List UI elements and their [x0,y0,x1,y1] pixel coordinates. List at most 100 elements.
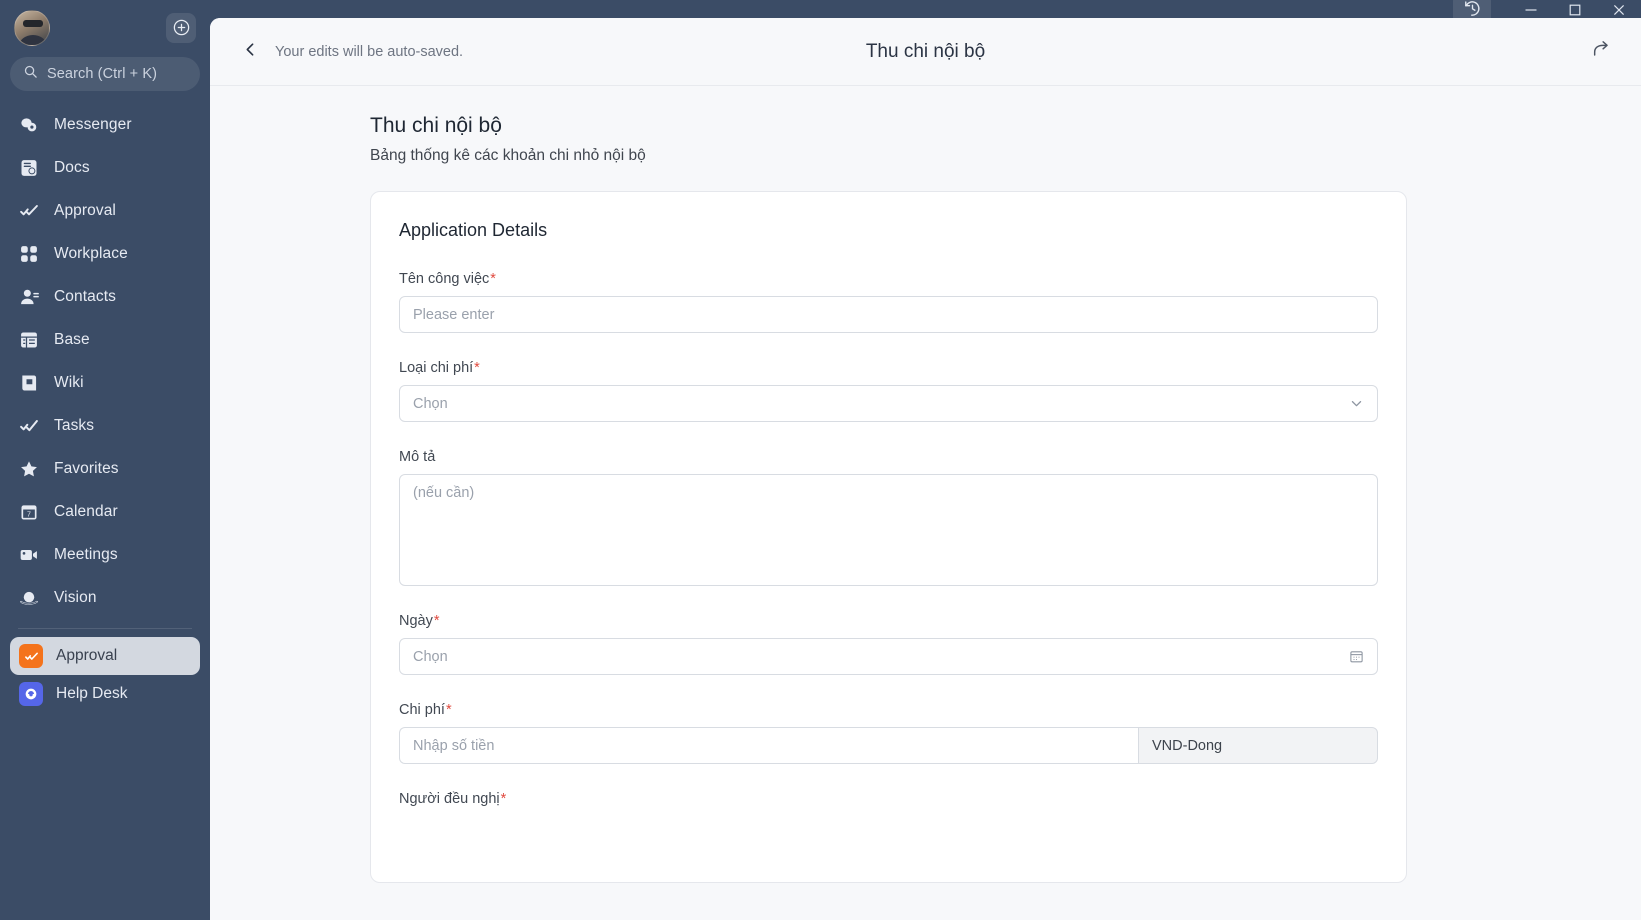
sidebar-item-label: Vision [54,588,97,606]
document-subtitle: Bảng thống kê các khoản chi nhỏ nội bộ [370,147,646,164]
label-text: Mô tả [399,449,436,465]
application-details-card: Application Details Tên công việc* Pleas… [370,191,1407,883]
cost-row: Nhập số tiền VND-Dong [399,727,1378,764]
add-button[interactable] [166,12,196,43]
field-label: Loại chi phí* [399,360,480,376]
required-marker: * [490,271,496,287]
messenger-icon [18,114,40,136]
form-scroll-area[interactable]: Thu chi nội bộ Bảng thống kê các khoản c… [210,87,1641,920]
maximize-icon [1567,2,1583,23]
sidebar-item-label: Contacts [54,287,116,305]
field-cost: Chi phí* Nhập số tiền VND-Dong [399,701,1378,764]
window-controls [1453,0,1641,28]
sidebar-item-workplace[interactable]: Workplace [0,232,210,275]
sidebar-item-label: Favorites [54,459,119,477]
sidebar-item-wiki[interactable]: Wiki [0,361,210,404]
sidebar-app-label: Help Desk [56,685,128,702]
sidebar-item-approval[interactable]: Approval [0,189,210,232]
sidebar-app-label: Approval [56,647,118,664]
sidebar-item-vision[interactable]: Vision [0,576,210,619]
currency-label: VND-Dong [1152,737,1223,754]
chevron-down-icon [1349,396,1364,411]
sidebar-top-bar [0,0,210,55]
sidebar-item-meetings[interactable]: Meetings [0,533,210,576]
star-icon [18,458,40,480]
calendar-icon [1349,649,1364,664]
video-camera-icon [18,544,40,566]
field-label: Tên công việc* [399,271,496,287]
search-input[interactable]: Search (Ctrl + K) [10,57,200,91]
content-panel: Your edits will be auto-saved. Thu chi n… [210,18,1641,920]
field-date: Ngày* Chọn [399,612,1378,675]
placeholder-text: (nếu cần) [413,485,475,501]
label-text: Tên công việc [399,271,490,287]
sidebar-item-docs[interactable]: Docs [0,146,210,189]
currency-select[interactable]: VND-Dong [1138,727,1378,764]
window-title-bar [210,0,1641,18]
required-marker: * [500,791,507,807]
search-icon [23,64,38,84]
maximize-button[interactable] [1553,0,1597,24]
approval-icon [18,200,40,222]
sidebar-item-contacts[interactable]: Contacts [0,275,210,318]
minimize-button[interactable] [1509,0,1553,24]
sidebar-app-approval[interactable]: Approval [10,637,200,675]
sidebar-item-label: Approval [54,201,116,219]
close-button[interactable] [1597,0,1641,24]
label-text: Ngày [399,613,433,629]
sidebar-item-messenger[interactable]: Messenger [0,103,210,146]
sidebar-divider [18,628,192,629]
required-marker: * [433,613,440,629]
sidebar-item-base[interactable]: Base [0,318,210,361]
sidebar-item-label: Tasks [54,416,95,434]
sidebar-item-tasks[interactable]: Tasks [0,404,210,447]
minimize-icon [1523,2,1539,23]
add-icon [172,18,191,37]
back-chevron-icon [242,41,259,63]
label-text: Loại chi phí [399,360,474,376]
history-icon [1463,0,1482,23]
field-requester: Người đều nghị* [399,790,1378,816]
share-icon [1591,38,1613,65]
app-window: Search (Ctrl + K) Messenger Docs Approva… [0,0,1641,920]
placeholder-text: Nhập số tiền [413,737,495,754]
date-picker-input[interactable]: Chọn [399,638,1378,675]
required-marker: * [474,360,480,376]
sidebar-item-label: Docs [54,158,90,176]
wiki-icon [18,372,40,394]
sidebar-item-favorites[interactable]: Favorites [0,447,210,490]
share-button[interactable] [1591,38,1613,65]
avatar[interactable] [14,9,50,46]
required-marker: * [445,702,452,718]
expense-type-select[interactable]: Chọn [399,385,1378,422]
sidebar-item-label: Wiki [54,373,84,391]
field-description: Mô tả (nếu cần) [399,448,1378,586]
cost-amount-input[interactable]: Nhập số tiền [399,727,1138,764]
contacts-icon [18,286,40,308]
placeholder-text: Chọn [413,395,448,412]
sidebar-item-label: Calendar [54,502,118,520]
history-button[interactable] [1453,0,1491,28]
back-button[interactable] [242,41,259,63]
close-icon [1611,2,1627,23]
field-label: Ngày* [399,613,440,629]
sidebar-item-label: Workplace [54,244,128,262]
sidebar-nav: Messenger Docs Approval Workplace Contac… [0,103,210,619]
approval-app-icon [19,644,43,668]
help-desk-icon [19,682,43,706]
sidebar-item-label: Messenger [54,115,132,133]
field-label: Mô tả [399,449,436,465]
sidebar-item-calendar[interactable]: 7 Calendar [0,490,210,533]
main-area: Your edits will be auto-saved. Thu chi n… [210,0,1641,920]
field-label: Người đều nghị* [399,791,506,807]
field-job-name: Tên công việc* Please enter [399,270,1378,333]
workplace-icon [18,243,40,265]
field-expense-type: Loại chi phí* Chọn [399,359,1378,422]
section-title: Application Details [399,220,548,240]
job-name-input[interactable]: Please enter [399,296,1378,333]
sidebar-app-help-desk[interactable]: Help Desk [10,675,200,713]
field-label: Chi phí* [399,702,452,718]
document-title: Thu chi nội bộ [370,114,502,137]
base-icon [18,329,40,351]
description-textarea[interactable]: (nếu cần) [399,474,1378,586]
